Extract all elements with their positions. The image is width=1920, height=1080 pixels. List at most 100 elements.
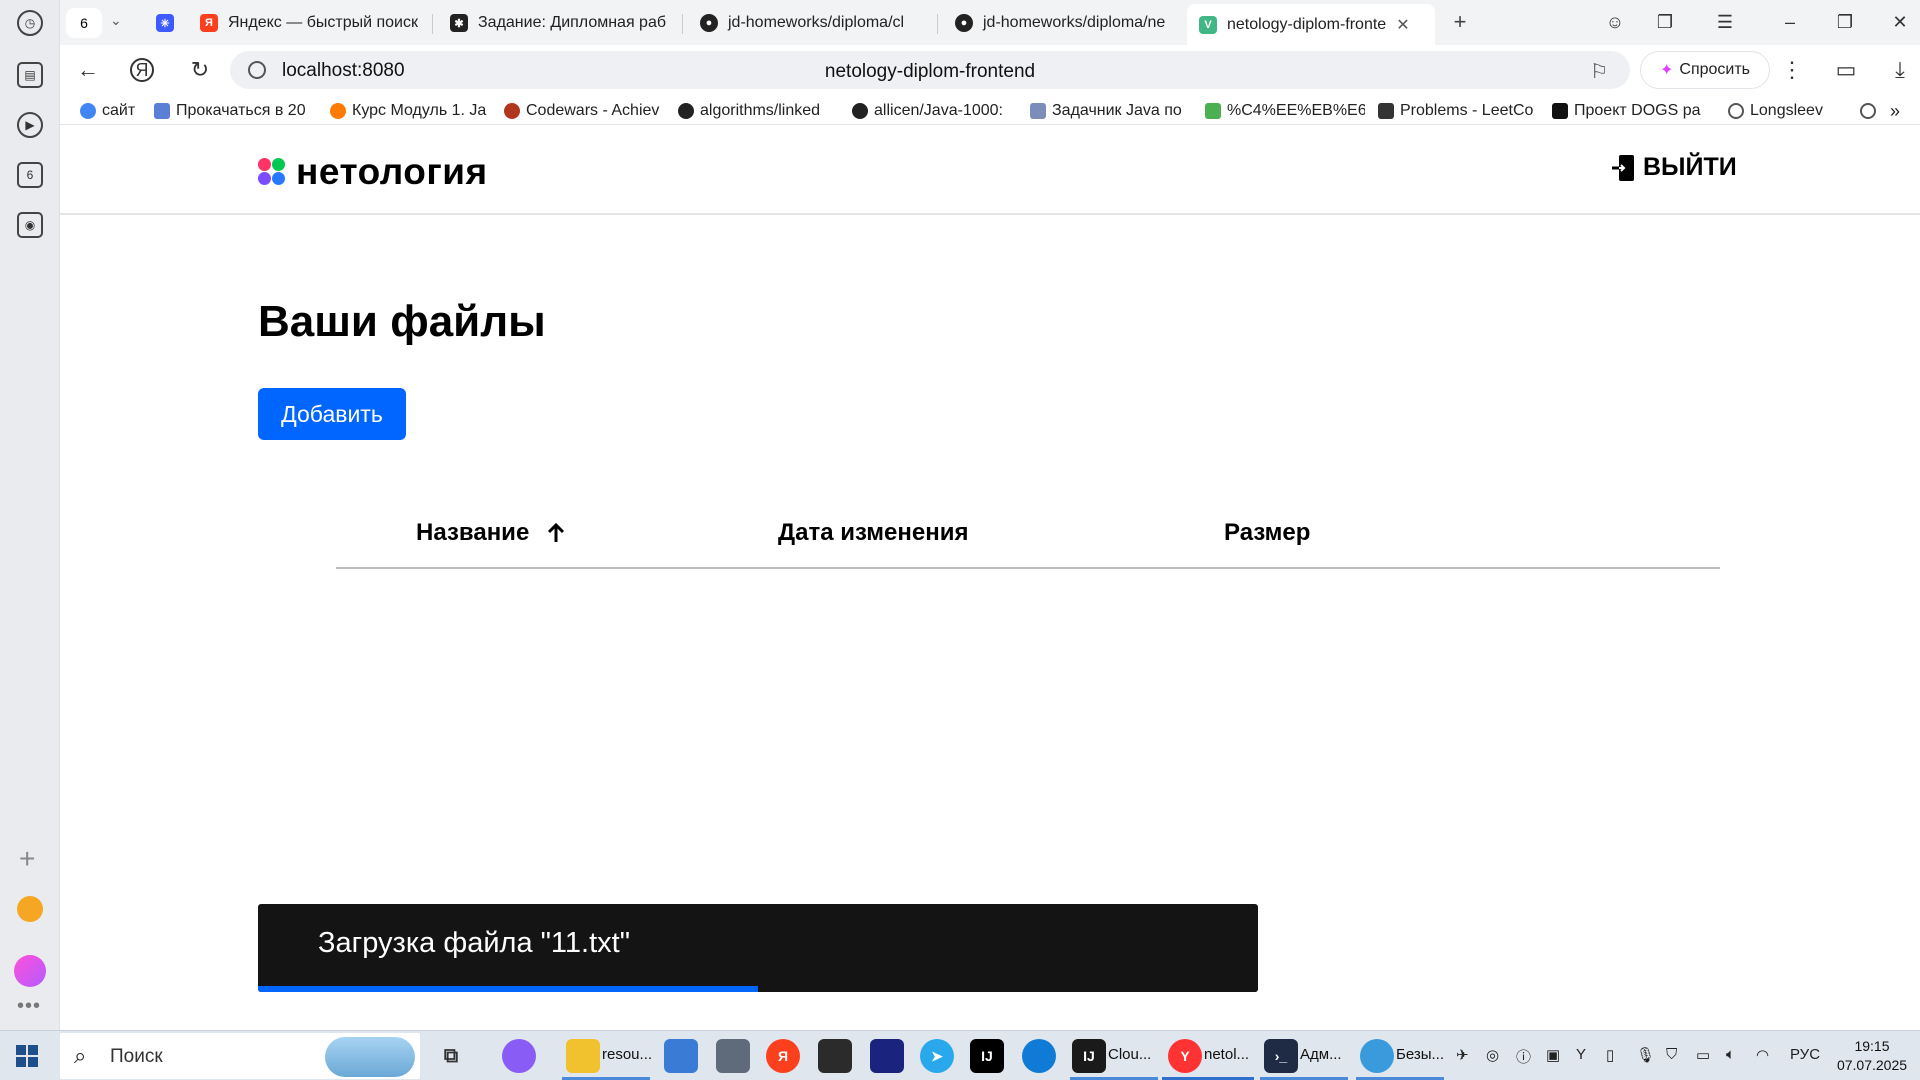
bookmark-item[interactable]: Codewars - Achiev — [504, 100, 662, 122]
tab-github-cloud[interactable]: ● jd-homeworks/diploma/cl — [688, 6, 933, 40]
security-icon[interactable]: ⛉ — [1666, 1046, 1677, 1063]
taskbar-app-label: resou... — [602, 1046, 653, 1063]
close-window-icon[interactable]: ✕ — [1885, 8, 1915, 36]
url-field[interactable]: localhost:8080 netology-diplom-frontend … — [230, 51, 1630, 89]
more-options-icon[interactable]: ⋮ — [1778, 56, 1806, 84]
tab-netology-frontend[interactable]: V netology-diplom-fronte ✕ — [1187, 4, 1435, 45]
tab-counter-button[interactable]: 6 — [66, 8, 102, 38]
game-icon[interactable] — [818, 1039, 852, 1073]
taskbar-search[interactable]: ⌕ Поиск — [60, 1033, 420, 1079]
paint-icon[interactable] — [1360, 1039, 1394, 1073]
bookmark-item[interactable]: allicen/Java-1000: — [852, 100, 1010, 122]
tab-assignment[interactable]: ✱ Задание: Дипломная раб — [438, 6, 678, 40]
reader-icon[interactable]: ▭ — [1832, 56, 1860, 84]
profile-icon[interactable]: ☺ — [1600, 8, 1630, 36]
edge-icon[interactable] — [1022, 1039, 1056, 1073]
alice-assistant-icon[interactable] — [14, 955, 46, 987]
github-icon: ● — [955, 14, 973, 32]
mail-icon[interactable] — [17, 896, 43, 922]
add-file-button[interactable]: Добавить — [258, 388, 406, 440]
bookmark-item[interactable]: Longsleev — [1728, 100, 1848, 122]
tabs-manager-icon[interactable]: ❐ — [1650, 8, 1680, 36]
column-date-header[interactable]: Дата изменения — [778, 519, 969, 547]
new-tab-button[interactable]: + — [1446, 8, 1474, 36]
task-view-icon[interactable]: ⧉ — [434, 1039, 468, 1073]
file-explorer-icon[interactable] — [566, 1039, 600, 1073]
powershell-icon[interactable]: ›_ — [1264, 1039, 1298, 1073]
google-icon — [80, 103, 96, 119]
add-panel-icon[interactable]: + — [19, 845, 35, 873]
yandex-tray-icon[interactable]: Y — [1576, 1046, 1586, 1063]
bookmark-item[interactable]: algorithms/linked — [678, 100, 836, 122]
more-icon[interactable]: ••• — [17, 995, 41, 1018]
column-size-header[interactable]: Размер — [1224, 519, 1310, 547]
yandex-home-icon[interactable]: Я — [130, 58, 154, 82]
page-title-label: netology-diplom-frontend — [824, 61, 1036, 82]
yandex-icon[interactable]: Я — [766, 1039, 800, 1073]
clock-date: 07.07.2025 — [1836, 1057, 1908, 1073]
wifi-icon[interactable]: ◠ — [1756, 1046, 1769, 1064]
tray-device-icon[interactable]: ▣ — [1546, 1046, 1560, 1064]
menu-icon[interactable]: ☰ — [1710, 8, 1740, 36]
tab-favicon-icon: ✳ — [156, 14, 174, 32]
tab-count-icon[interactable]: 6 — [17, 162, 43, 188]
search-highlight-image — [325, 1037, 415, 1077]
tab-title: netology-diplom-fronte — [1227, 15, 1387, 33]
close-icon[interactable]: ✕ — [1396, 15, 1409, 35]
tab-yandex[interactable]: Я Яндекс — быстрый поиск — [188, 6, 428, 40]
camera-icon[interactable] — [716, 1039, 750, 1073]
bookmark-item[interactable]: Прокачаться в 20 — [154, 100, 312, 122]
bookmark-item[interactable]: Проект DOGS ра — [1552, 100, 1712, 122]
column-size-label: Размер — [1224, 519, 1311, 546]
intellij-project-icon[interactable]: IJ — [1072, 1039, 1106, 1073]
volume-icon[interactable]: 🔈︎ — [1726, 1046, 1735, 1063]
intellij-icon[interactable]: IJ — [970, 1039, 1004, 1073]
microphone-icon[interactable]: 🎙︎ — [1636, 1046, 1655, 1064]
codewars-icon — [504, 103, 520, 119]
more-bookmarks-icon[interactable]: » — [1890, 100, 1910, 122]
info-icon[interactable]: ⓘ — [1516, 1046, 1531, 1067]
yandex-browser-icon[interactable]: Y — [1168, 1039, 1202, 1073]
ask-label: Спросить — [1679, 61, 1751, 78]
logo[interactable]: нетология — [258, 151, 488, 193]
reload-icon[interactable]: ↻ — [186, 56, 214, 84]
tray-app-icon[interactable]: ✈ — [1456, 1046, 1469, 1064]
chevron-down-icon[interactable]: ⌄ — [110, 12, 122, 29]
restore-icon[interactable]: ❐ — [1830, 8, 1860, 36]
taskbar-app-label: Clou... — [1108, 1046, 1152, 1063]
search-icon: ⌕ — [74, 1043, 87, 1068]
upload-progress-bar — [258, 986, 758, 992]
alice-icon[interactable] — [502, 1039, 536, 1073]
shield-app-icon[interactable] — [870, 1039, 904, 1073]
usb-icon[interactable]: ▯ — [1606, 1046, 1614, 1064]
remote-desktop-icon[interactable] — [664, 1039, 698, 1073]
bookmark-item[interactable]: сайт — [80, 100, 138, 122]
screenshot-icon[interactable]: ◉ — [17, 212, 43, 238]
tab-github-netology[interactable]: ● jd-homeworks/diploma/ne — [943, 6, 1183, 40]
bookmark-icon[interactable]: ⚐ — [1590, 59, 1608, 84]
steam-icon[interactable]: ◎ — [1486, 1046, 1499, 1064]
tab-separator — [937, 14, 938, 34]
bookmark-item[interactable]: %C4%EE%EB%E6% — [1205, 100, 1365, 122]
vue-icon: V — [1199, 15, 1217, 34]
battery-icon[interactable]: ▭ — [1696, 1046, 1710, 1064]
windows-start-icon[interactable] — [16, 1045, 38, 1067]
bookmark-item[interactable]: Курс Модуль 1. Ja — [330, 100, 488, 122]
column-name-header[interactable]: Название — [416, 519, 565, 547]
clock[interactable]: 19:15 07.07.2025 — [1832, 1037, 1912, 1075]
back-icon[interactable]: ← — [74, 56, 102, 84]
logout-button[interactable]: ВЫЙТИ — [1611, 153, 1737, 182]
download-icon[interactable]: ⤓ — [1886, 56, 1914, 84]
minimize-icon[interactable]: – — [1775, 8, 1805, 36]
language-indicator[interactable]: РУС — [1790, 1046, 1820, 1063]
video-icon[interactable]: ▶ — [17, 112, 43, 138]
bookmark-item[interactable]: Problems - LeetCo — [1378, 100, 1538, 122]
column-name-label: Название — [416, 519, 530, 546]
bookmark-folder-icon[interactable] — [1860, 100, 1880, 122]
telegram-icon[interactable]: ➤ — [920, 1039, 954, 1073]
bookmark-item[interactable]: Задачник Java по — [1030, 100, 1190, 122]
collections-icon[interactable]: ▤ — [17, 62, 43, 88]
history-icon[interactable]: ◷ — [17, 10, 43, 36]
tab-pinned[interactable]: ✳ — [144, 6, 184, 40]
ask-button[interactable]: ✦ Спросить — [1640, 51, 1770, 89]
